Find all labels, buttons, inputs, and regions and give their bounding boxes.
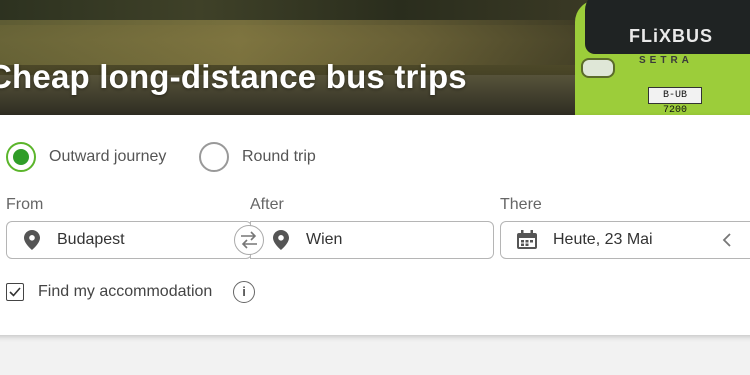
to-field[interactable]: Wien [250,221,494,259]
swap-direction-button[interactable] [234,225,264,255]
from-field[interactable]: Budapest [6,221,252,259]
bus-headlight [581,58,615,78]
bus-brand-logo: FLiXBUS [629,26,714,46]
info-icon[interactable]: i [233,281,255,303]
accommodation-checkbox[interactable] [6,283,24,301]
radio-label: Outward journey [49,148,167,165]
radio-unselected-icon[interactable] [199,142,229,172]
hero-banner: Cheap long-distance bus trips FLiXBUS SE… [0,0,750,115]
date-field[interactable]: Heute, 23 Mai [500,221,750,259]
from-value[interactable]: Budapest [57,231,125,249]
date-label: There [500,196,542,213]
radio-selected-icon[interactable] [6,142,36,172]
checkmark-icon [9,287,21,297]
hero-headline: Cheap long-distance bus trips [0,58,467,95]
bus-license-plate: B-UB 7200 [648,87,702,115]
chevron-left-icon[interactable] [721,232,733,248]
radio-round-trip[interactable]: Round trip [199,140,316,174]
radio-outward-journey[interactable]: Outward journey [6,140,166,174]
bus-image: FLiXBUS SETRA B-UB 7200 [575,0,750,115]
location-pin-icon [24,230,40,250]
from-label: From [6,196,44,213]
to-value[interactable]: Wien [306,231,342,249]
radio-label: Round trip [242,148,316,165]
swap-arrows-icon [241,231,257,249]
accommodation-label[interactable]: Find my accommodation [38,283,212,301]
bus-model-label: SETRA [639,55,693,66]
to-label: After [250,196,284,213]
date-value[interactable]: Heute, 23 Mai [553,231,653,249]
location-pin-icon [273,230,289,250]
calendar-icon [517,230,537,249]
